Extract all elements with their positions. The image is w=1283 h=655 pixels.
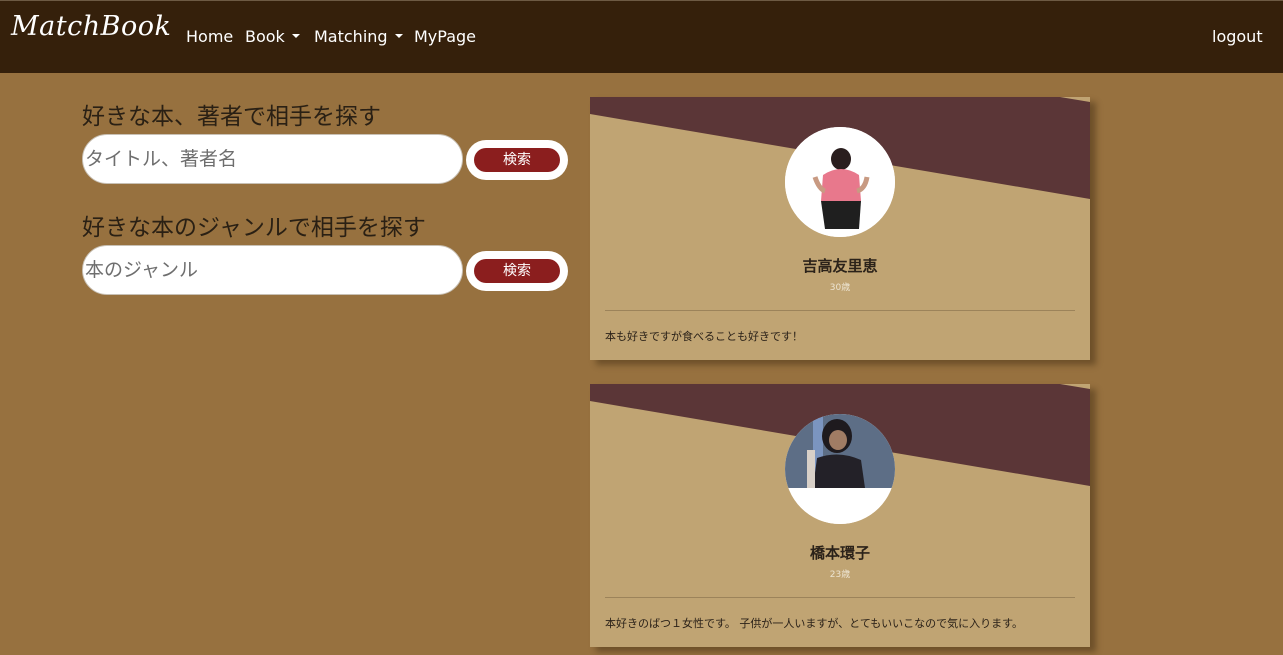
- nav-home[interactable]: Home: [186, 27, 233, 46]
- user-card[interactable]: 橋本環子 23歳 本好きのばつ１女性です。 子供が一人いますが、とてもいいこなの…: [590, 384, 1090, 647]
- user-photo: [785, 414, 895, 524]
- search-genre-heading: 好きな本のジャンルで相手を探す: [82, 215, 426, 241]
- navbar: MatchBook Home Book Matching MyPage logo…: [0, 0, 1283, 73]
- genre-search-input[interactable]: [82, 245, 463, 295]
- card-divider: [605, 597, 1075, 598]
- search-title-heading: 好きな本、著者で相手を探す: [82, 104, 381, 130]
- chevron-down-icon: [291, 33, 300, 38]
- user-age: 30歳: [829, 283, 851, 293]
- chevron-down-icon: [394, 33, 403, 38]
- user-photo: [785, 127, 895, 237]
- card-divider: [605, 310, 1075, 311]
- brand-logo[interactable]: MatchBook: [11, 11, 171, 42]
- nav-matching-label: Matching: [314, 27, 388, 46]
- avatar[interactable]: [785, 414, 895, 524]
- genre-search-button-frame: 検索: [466, 251, 568, 291]
- nav-matching-dropdown[interactable]: Matching: [314, 27, 403, 46]
- user-card[interactable]: 吉高友里恵 30歳 本も好きですが食べることも好きです！: [590, 97, 1090, 360]
- user-name: 吉高友里恵: [802, 257, 878, 275]
- user-name: 橋本環子: [809, 544, 870, 562]
- title-search-button[interactable]: 検索: [474, 148, 560, 172]
- nav-book-label: Book: [245, 27, 285, 46]
- title-search-button-frame: 検索: [466, 140, 568, 180]
- logout-link[interactable]: logout: [1212, 27, 1263, 46]
- genre-search-button[interactable]: 検索: [474, 259, 560, 283]
- user-bio: 本も好きですが食べることも好きです！: [605, 330, 803, 343]
- nav-mypage[interactable]: MyPage: [414, 27, 476, 46]
- avatar[interactable]: [785, 127, 895, 237]
- user-bio: 本好きのばつ１女性です。 子供が一人いますが、とてもいいこなので気に入ります。: [605, 617, 1023, 630]
- title-author-search-input[interactable]: [82, 134, 463, 184]
- user-age: 23歳: [829, 570, 851, 580]
- nav-book-dropdown[interactable]: Book: [245, 27, 300, 46]
